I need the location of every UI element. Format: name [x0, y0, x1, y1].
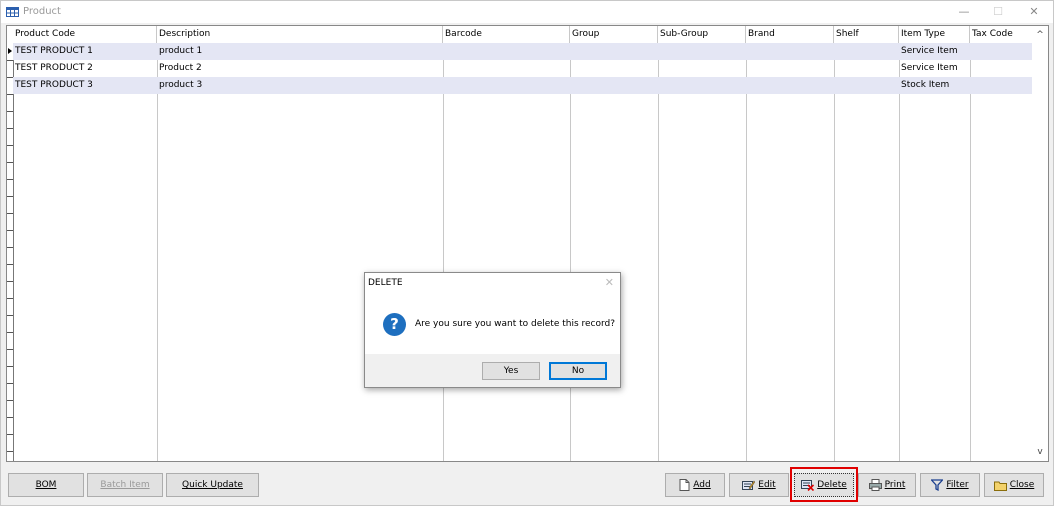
- printer-icon: [868, 479, 882, 491]
- add-document-icon: [679, 479, 690, 491]
- title-bar: Product — ☐ ✕: [1, 1, 1053, 23]
- cell-tax-code[interactable]: [970, 60, 1033, 77]
- table-icon: [6, 7, 19, 17]
- edit-icon: [742, 480, 756, 490]
- batch-item-button[interactable]: Batch Item: [87, 473, 163, 497]
- cell-sub-group[interactable]: [658, 60, 746, 77]
- cell-brand[interactable]: [746, 77, 834, 94]
- yes-button[interactable]: Yes: [482, 362, 540, 380]
- filter-button-label: Filter: [946, 480, 969, 490]
- batch-item-button-label: Batch Item: [100, 480, 150, 490]
- print-button[interactable]: Print: [858, 473, 916, 497]
- filter-funnel-icon: [931, 479, 944, 491]
- cell-product-code[interactable]: TEST PRODUCT 3: [13, 77, 157, 94]
- cell-description[interactable]: product 1: [157, 43, 443, 60]
- column-header-barcode[interactable]: Barcode: [443, 26, 570, 43]
- close-button-label: Close: [1009, 480, 1035, 490]
- delete-confirm-dialog: DELETE ✕ ? Are you sure you want to dele…: [364, 272, 621, 388]
- quick-update-button[interactable]: Quick Update: [166, 473, 259, 497]
- quick-update-button-label: Quick Update: [182, 480, 243, 490]
- print-button-label: Print: [884, 480, 906, 490]
- column-header-shelf[interactable]: Shelf: [834, 26, 899, 43]
- column-header-description[interactable]: Description: [157, 26, 443, 43]
- grid-header: Product Code Description Barcode Group S…: [7, 26, 1048, 44]
- table-row[interactable]: TEST PRODUCT 3 product 3 Stock Item: [13, 77, 1033, 94]
- cell-shelf[interactable]: [834, 77, 899, 94]
- column-header-item-type[interactable]: Item Type: [899, 26, 970, 43]
- cell-barcode[interactable]: [443, 77, 570, 94]
- cell-barcode[interactable]: [443, 43, 570, 60]
- cell-shelf[interactable]: [834, 43, 899, 60]
- current-row-arrow-icon: [8, 48, 12, 54]
- table-row[interactable]: TEST PRODUCT 2 Product 2 Service Item: [13, 60, 1033, 77]
- product-grid[interactable]: Product Code Description Barcode Group S…: [6, 25, 1049, 462]
- column-header-product-code[interactable]: Product Code: [13, 26, 157, 43]
- cell-brand[interactable]: [746, 60, 834, 77]
- question-icon: ?: [383, 313, 406, 336]
- maximize-button[interactable]: ☐: [983, 3, 1013, 21]
- close-window-button[interactable]: ✕: [1019, 3, 1049, 21]
- cell-sub-group[interactable]: [658, 77, 746, 94]
- cell-tax-code[interactable]: [970, 43, 1033, 60]
- dialog-footer: Yes No: [365, 354, 620, 387]
- column-header-tax-code[interactable]: Tax Code: [970, 26, 1033, 43]
- bom-button[interactable]: BOM: [8, 473, 84, 497]
- scroll-down-icon[interactable]: v: [1032, 444, 1048, 460]
- add-button-label: Add: [693, 480, 711, 490]
- no-button[interactable]: No: [549, 362, 607, 380]
- edit-button-label: Edit: [758, 480, 776, 490]
- cell-item-type[interactable]: Service Item: [899, 43, 970, 60]
- scroll-up-icon[interactable]: ^: [1032, 27, 1048, 43]
- cell-barcode[interactable]: [443, 60, 570, 77]
- cell-sub-group[interactable]: [658, 43, 746, 60]
- column-header-sub-group[interactable]: Sub-Group: [658, 26, 746, 43]
- add-button[interactable]: Add: [665, 473, 725, 497]
- cell-brand[interactable]: [746, 43, 834, 60]
- folder-icon: [993, 481, 1007, 491]
- close-button[interactable]: Close: [984, 473, 1044, 497]
- cell-product-code[interactable]: TEST PRODUCT 2: [13, 60, 157, 77]
- cell-group[interactable]: [570, 60, 658, 77]
- cell-product-code[interactable]: TEST PRODUCT 1: [13, 43, 157, 60]
- row-selector-column[interactable]: [7, 43, 14, 461]
- dialog-title: DELETE: [368, 278, 403, 288]
- filter-button[interactable]: Filter: [920, 473, 980, 497]
- cell-item-type[interactable]: Service Item: [899, 60, 970, 77]
- cell-group[interactable]: [570, 43, 658, 60]
- column-header-brand[interactable]: Brand: [746, 26, 834, 43]
- window-title: Product: [23, 6, 61, 17]
- product-window: Product — ☐ ✕ Product Code Description B…: [0, 0, 1054, 506]
- cell-item-type[interactable]: Stock Item: [899, 77, 970, 94]
- cell-tax-code[interactable]: [970, 77, 1033, 94]
- cell-shelf[interactable]: [834, 60, 899, 77]
- cell-group[interactable]: [570, 77, 658, 94]
- cell-description[interactable]: Product 2: [157, 60, 443, 77]
- table-row[interactable]: TEST PRODUCT 1 product 1 Service Item: [13, 43, 1033, 60]
- delete-button-highlight: [790, 467, 858, 502]
- dialog-message: Are you sure you want to delete this rec…: [415, 319, 616, 329]
- vertical-scrollbar[interactable]: ^ v: [1032, 26, 1048, 461]
- dialog-close-icon[interactable]: ✕: [605, 276, 614, 289]
- bom-button-label: BOM: [35, 480, 57, 490]
- edit-button[interactable]: Edit: [729, 473, 789, 497]
- column-header-group[interactable]: Group: [570, 26, 658, 43]
- cell-description[interactable]: product 3: [157, 77, 443, 94]
- minimize-button[interactable]: —: [949, 3, 979, 21]
